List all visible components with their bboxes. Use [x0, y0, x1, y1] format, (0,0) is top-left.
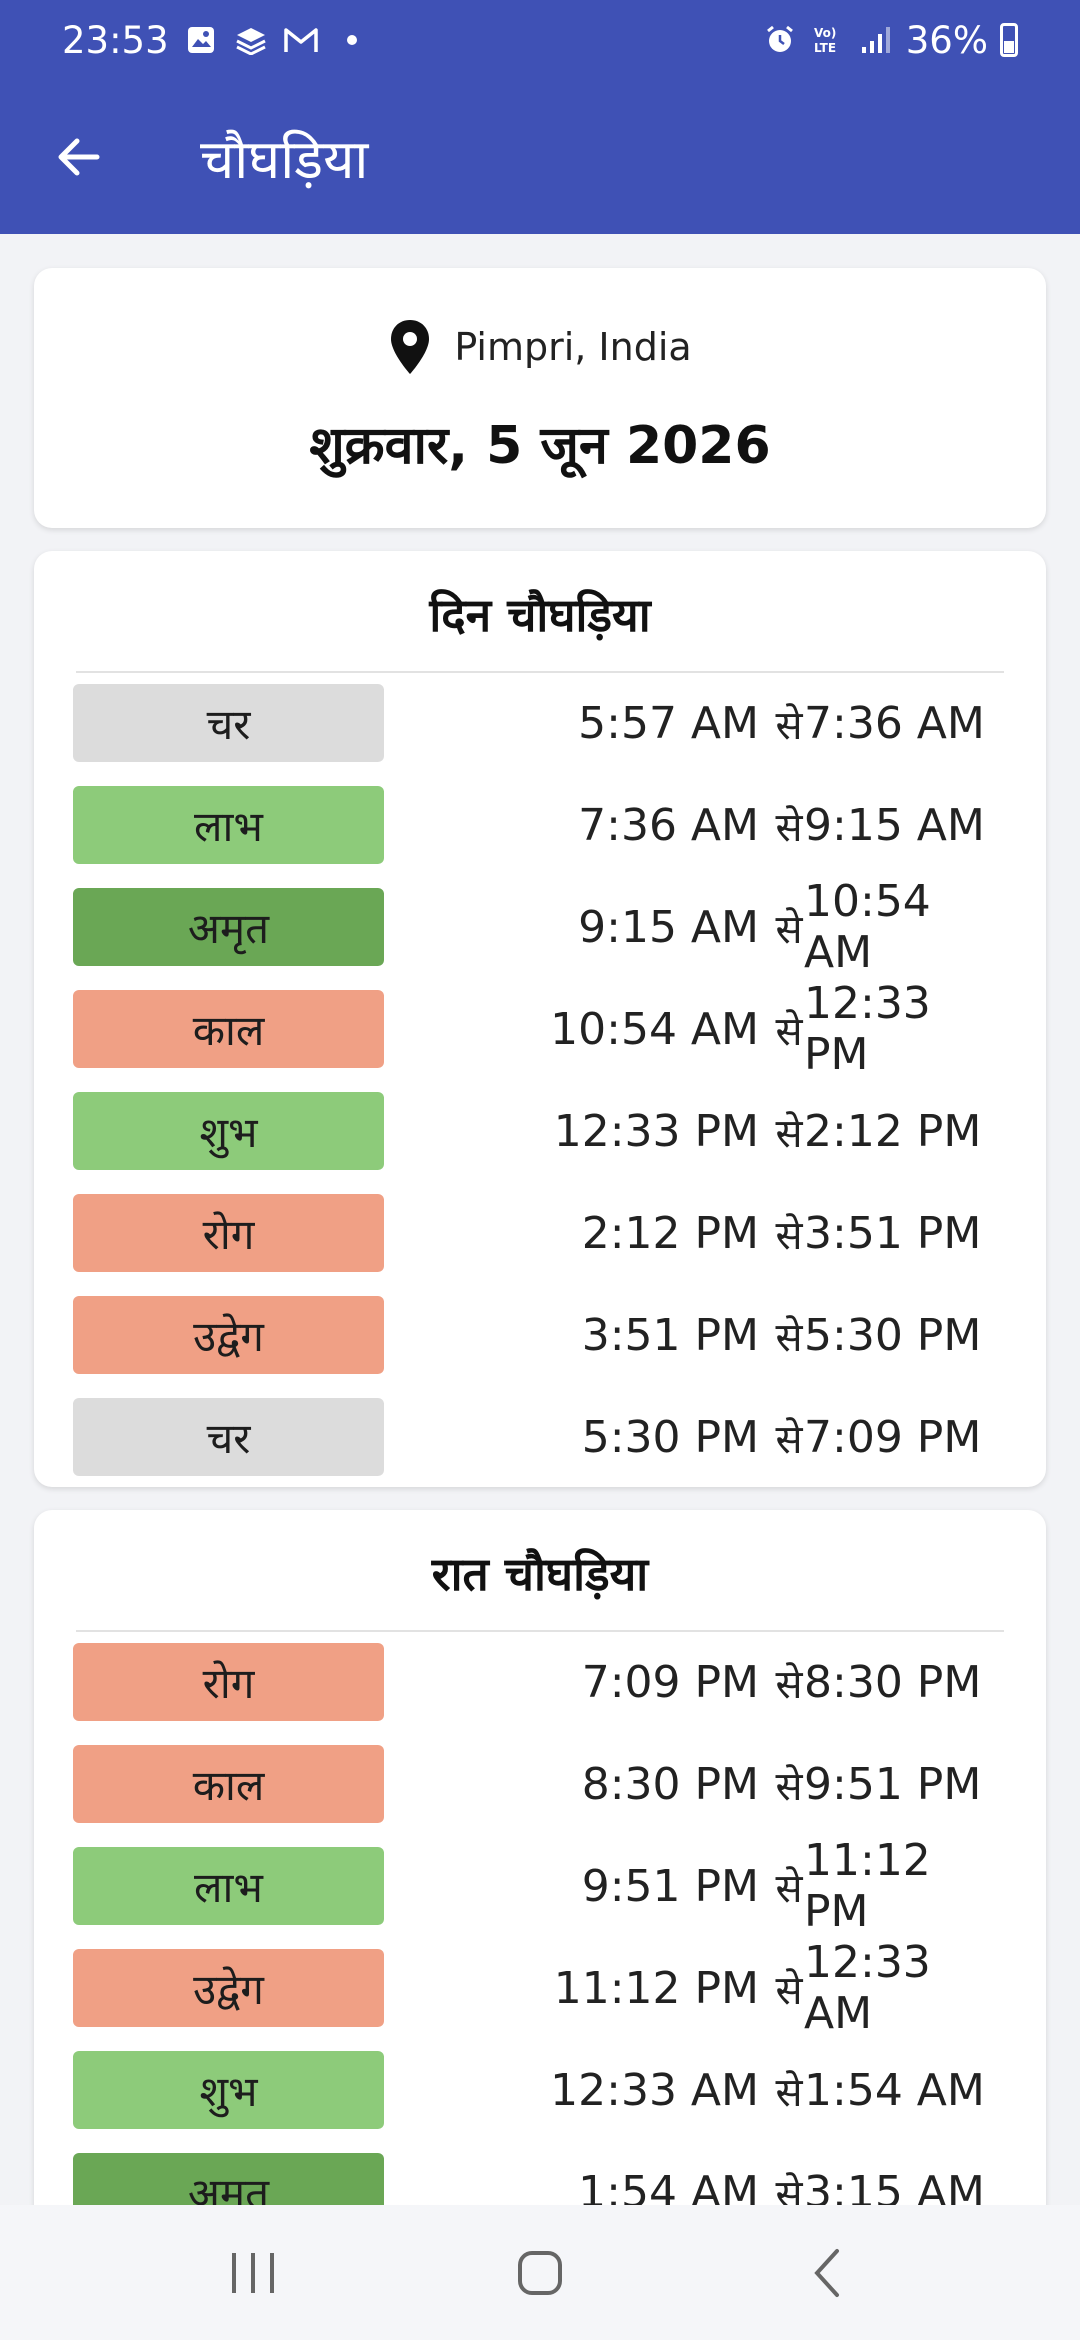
divider	[76, 671, 1004, 673]
end-time: 1:54 AM	[804, 2064, 985, 2116]
end-time: 12:33 AM	[804, 1937, 931, 2039]
recent-apps-button[interactable]	[193, 2223, 313, 2323]
choghadiya-name-chip: रोग	[73, 1194, 384, 1272]
svg-text:LTE: LTE	[814, 41, 836, 55]
section-title: दिन चौघड़िया	[429, 588, 651, 642]
end-time: 10:54 AM	[804, 876, 931, 978]
choghadiya-name-chip: चर	[73, 1398, 384, 1476]
choghadiya-row: चर 5:57 AM से 7:36 AM	[73, 684, 1007, 762]
start-time: 9:51 PM	[581, 1860, 759, 1912]
status-bar: 23:53 Vo) LTE 36%	[0, 0, 1080, 80]
start-time: 3:51 PM	[581, 1309, 759, 1361]
choghadiya-name-chip: शुभ	[73, 2051, 384, 2129]
battery-icon	[1000, 23, 1018, 57]
arrow-left-icon	[58, 138, 100, 176]
start-time: 2:12 PM	[581, 1207, 759, 1259]
choghadiya-row: काल 8:30 PM से 9:51 PM	[73, 1745, 1007, 1823]
svg-text:Vo): Vo)	[814, 26, 836, 40]
section-title: रात चौघड़िया	[431, 1547, 649, 1601]
notification-dot	[346, 35, 357, 45]
stack-icon	[233, 22, 269, 58]
choghadiya-row: अमृत 9:15 AM से 10:54 AM	[73, 876, 1007, 978]
alarm-icon	[762, 22, 798, 58]
choghadiya-row: उद्वेग 11:12 PM से 12:33 AM	[73, 1937, 1007, 2039]
choghadiya-name-chip: शुभ	[73, 1092, 384, 1170]
choghadiya-row: लाभ 9:51 PM से 11:12 PM	[73, 1835, 1007, 1937]
start-time: 12:33 PM	[553, 1105, 759, 1157]
choghadiya-row: काल 10:54 AM से 12:33 PM	[73, 978, 1007, 1080]
back-icon	[813, 2248, 839, 2297]
volte-icon: Vo) LTE	[810, 22, 846, 58]
start-time: 9:15 AM	[578, 901, 759, 953]
battery-percent: 36%	[905, 18, 988, 62]
end-time: 7:09 PM	[804, 1411, 982, 1463]
start-time: 12:33 AM	[550, 2064, 759, 2116]
start-time: 11:12 PM	[553, 1962, 759, 2014]
choghadiya-name-chip: अमृत	[73, 888, 384, 966]
choghadiya-row: रोग 7:09 PM से 8:30 PM	[73, 1643, 1007, 1721]
end-time: 7:36 AM	[804, 697, 985, 749]
status-time: 23:53	[62, 18, 169, 62]
signal-icon	[858, 22, 894, 58]
choghadiya-row: चर 5:30 PM से 7:09 PM	[73, 1398, 1007, 1476]
choghadiya-name-chip: लाभ	[73, 1847, 384, 1925]
end-time: 12:33 PM	[804, 978, 931, 1080]
choghadiya-name-chip: चर	[73, 684, 384, 762]
end-time: 2:12 PM	[804, 1105, 982, 1157]
choghadiya-name-chip: काल	[73, 1745, 384, 1823]
start-time: 8:30 PM	[581, 1758, 759, 1810]
start-time: 7:36 AM	[578, 799, 759, 851]
choghadiya-row: शुभ 12:33 PM से 2:12 PM	[73, 1092, 1007, 1170]
start-time: 5:57 AM	[578, 697, 759, 749]
home-button[interactable]	[480, 2223, 600, 2323]
choghadiya-name-chip: लाभ	[73, 786, 384, 864]
app-bar: चौघड़िया	[0, 80, 1080, 234]
start-time: 10:54 AM	[550, 1003, 759, 1055]
image-icon	[183, 22, 219, 58]
choghadiya-row: उद्वेग 3:51 PM से 5:30 PM	[73, 1296, 1007, 1374]
nav-back-button[interactable]	[767, 2223, 887, 2323]
end-time: 9:15 AM	[804, 799, 985, 851]
system-nav-bar	[0, 2205, 1080, 2340]
location-pin-icon	[391, 320, 430, 374]
back-button[interactable]	[34, 112, 124, 202]
divider	[76, 1630, 1004, 1632]
choghadiya-name-chip: काल	[73, 990, 384, 1068]
end-time: 8:30 PM	[804, 1656, 982, 1708]
gmail-icon	[283, 22, 319, 58]
choghadiya-row: लाभ 7:36 AM से 9:15 AM	[73, 786, 1007, 864]
end-time: 11:12 PM	[804, 1835, 931, 1937]
date-label: शुक्रवार, 5 जून 2026	[309, 416, 771, 476]
choghadiya-name-chip: रोग	[73, 1643, 384, 1721]
location-card: Pimpri, India शुक्रवार, 5 जून 2026	[34, 268, 1046, 528]
choghadiya-row: रोग 2:12 PM से 3:51 PM	[73, 1194, 1007, 1272]
location-label: Pimpri, India	[454, 325, 692, 369]
end-time: 5:30 PM	[804, 1309, 982, 1361]
page-title: चौघड़िया	[200, 128, 369, 191]
recent-apps-icon	[232, 2252, 275, 2293]
home-icon	[517, 2250, 562, 2295]
end-time: 9:51 PM	[804, 1758, 982, 1810]
start-time: 5:30 PM	[581, 1411, 759, 1463]
choghadiya-name-chip: उद्वेग	[73, 1296, 384, 1374]
end-time: 3:51 PM	[804, 1207, 982, 1259]
choghadiya-row: शुभ 12:33 AM से 1:54 AM	[73, 2051, 1007, 2129]
start-time: 7:09 PM	[581, 1656, 759, 1708]
choghadiya-name-chip: उद्वेग	[73, 1949, 384, 2027]
day-choghadiya-card: दिन चौघड़िया चर 5:57 AM से 7:36 AM लाभ 7:36 A…	[34, 551, 1046, 1487]
